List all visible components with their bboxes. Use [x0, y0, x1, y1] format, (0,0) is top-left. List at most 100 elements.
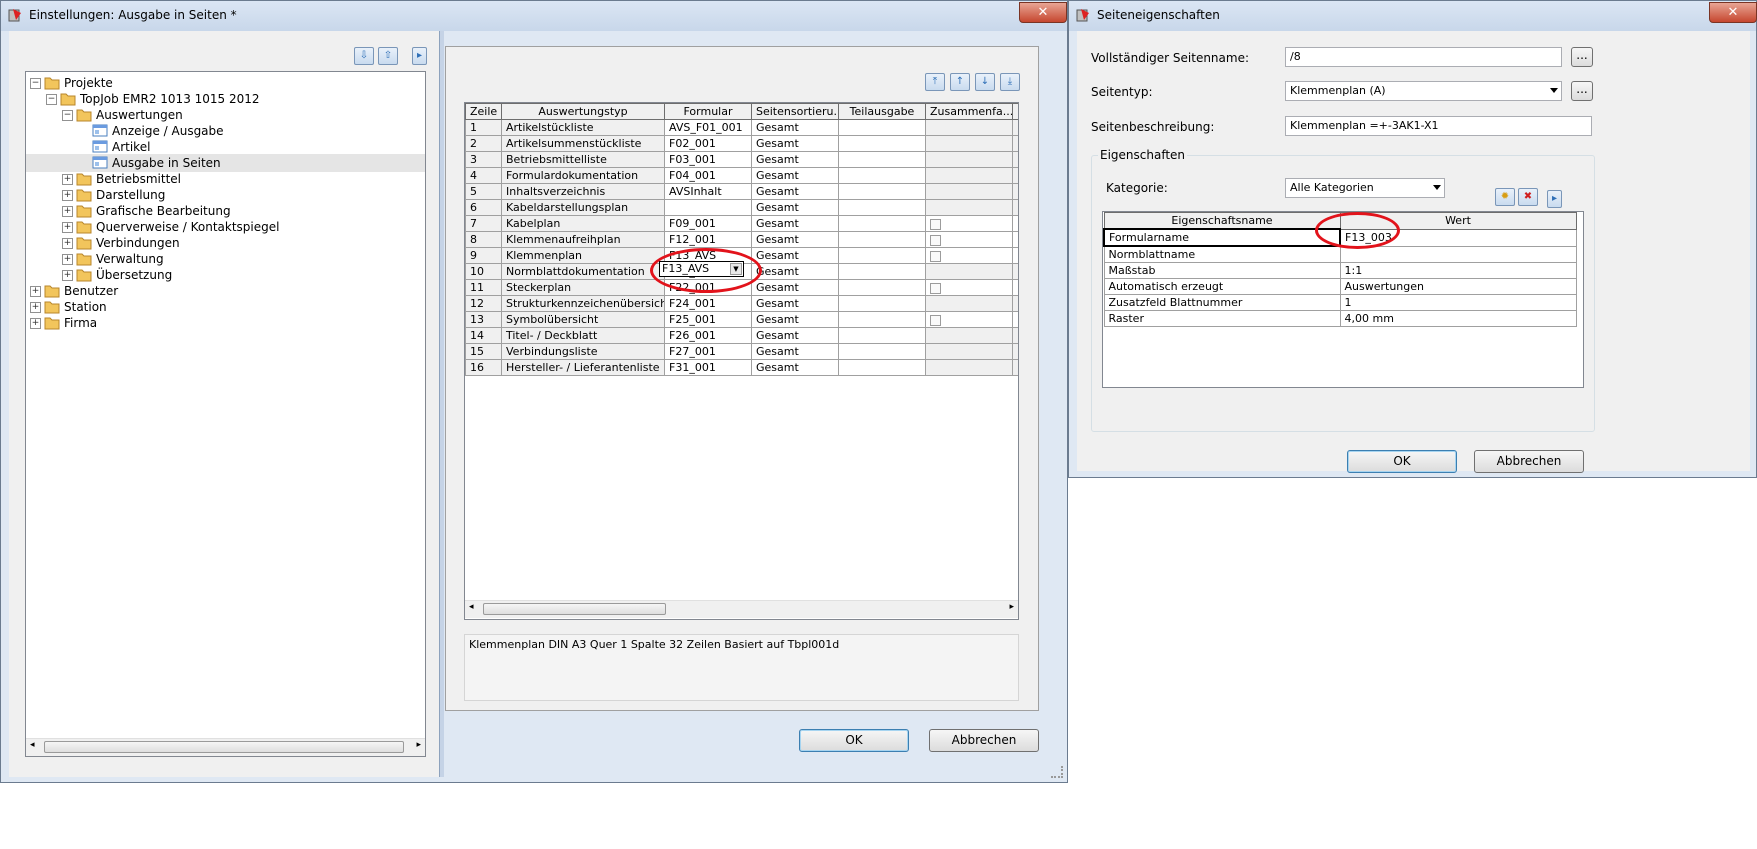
close-button[interactable]: ✕: [1709, 2, 1757, 23]
full-name-input[interactable]: /8: [1285, 47, 1562, 67]
move-down-icon[interactable]: ↓: [975, 73, 995, 91]
table-row[interactable]: 7KabelplanF09_001Gesamt 1: [465, 215, 1018, 232]
table-row[interactable]: 12 Strukturkennzeichenübersicht F24_001 Ges…: [465, 295, 1018, 312]
expand-icon[interactable]: +: [62, 206, 73, 217]
grid-column-header[interactable]: Zeile: [465, 103, 502, 120]
table-row[interactable]: 13SymbolübersichtF25_001Gesamt 1: [465, 311, 1018, 328]
cancel-button[interactable]: Abbrechen: [1474, 450, 1584, 473]
table-row[interactable]: 6 Kabeldarstellungsplan Gesamt: [465, 199, 1018, 216]
expand-icon[interactable]: +: [62, 174, 73, 185]
scroll-right-icon[interactable]: ▸: [416, 740, 421, 750]
menu-arrow-icon[interactable]: ▸: [1547, 190, 1562, 208]
page-description-input[interactable]: Klemmenplan =+-3AK1-X1: [1285, 116, 1592, 136]
table-row[interactable]: Raster 4,00 mm: [1103, 310, 1577, 327]
new-property-icon[interactable]: ✹: [1495, 188, 1515, 206]
prop-name-header[interactable]: Eigenschaftsname: [1103, 212, 1341, 230]
table-cell[interactable]: F24_001: [664, 295, 752, 312]
expand-icon[interactable]: +: [30, 318, 41, 329]
grid-column-header[interactable]: Formular: [664, 103, 752, 120]
property-value[interactable]: 4,00 mm: [1339, 310, 1577, 327]
full-name-browse-button[interactable]: ...: [1571, 47, 1593, 67]
table-row[interactable]: 2 Artikelsummenstückliste F02_001 Gesamt: [465, 135, 1018, 152]
table-cell[interactable]: F27_001: [664, 343, 752, 360]
grid-scroll-thumb[interactable]: [483, 603, 666, 615]
category-select[interactable]: Alle Kategorien: [1285, 178, 1445, 198]
property-value[interactable]: 1: [1339, 294, 1577, 311]
settings-page-icon: [92, 156, 108, 169]
folder-icon: [76, 109, 92, 122]
table-cell[interactable]: F12_001: [664, 231, 752, 248]
table-row[interactable]: 3 Betriebsmittelliste F03_001 Gesamt: [465, 151, 1018, 168]
table-row[interactable]: 14 Titel- / Deckblatt F26_001 Gesamt: [465, 327, 1018, 344]
checkbox[interactable]: [930, 314, 941, 326]
table-cell[interactable]: AVSInhalt: [664, 183, 752, 200]
table-cell[interactable]: F26_001: [664, 327, 752, 344]
table-row[interactable]: Zusatzfeld Blattnummer 1: [1103, 294, 1577, 311]
table-cell[interactable]: F02_001: [664, 135, 752, 152]
table-row[interactable]: 1 Artikelstückliste AVS_F01_001 Gesamt: [465, 119, 1018, 136]
tree-menu-arrow-icon[interactable]: ▸: [412, 47, 427, 65]
collapse-icon[interactable]: −: [46, 94, 57, 105]
tree-import-icon[interactable]: ⇩: [354, 47, 374, 65]
grid-column-header[interactable]: Auswertungstyp: [501, 103, 665, 120]
expand-icon[interactable]: +: [62, 238, 73, 249]
table-cell[interactable]: AVS_F01_001: [664, 119, 752, 136]
table-row[interactable]: 5 Inhaltsverzeichnis AVSInhalt Gesamt: [465, 183, 1018, 200]
tree-item[interactable]: + Firma: [26, 314, 425, 332]
property-value[interactable]: Auswertungen: [1339, 278, 1577, 295]
move-top-icon[interactable]: ⤒: [925, 73, 945, 91]
expand-icon[interactable]: +: [30, 286, 41, 297]
page-type-browse-button[interactable]: ...: [1571, 81, 1593, 101]
property-value[interactable]: 1:1: [1339, 262, 1577, 279]
table-cell[interactable]: F31_001: [664, 359, 752, 376]
table-row[interactable]: 15 Verbindungsliste F27_001 Gesamt: [465, 343, 1018, 360]
table-row[interactable]: Automatisch erzeugt Auswertungen: [1103, 278, 1577, 295]
grid-horizontal-scrollbar[interactable]: ◂ ▸: [465, 600, 1018, 618]
expand-icon[interactable]: +: [62, 254, 73, 265]
property-value[interactable]: [1339, 245, 1577, 263]
grid-column-header[interactable]: Teilausgabe: [838, 103, 926, 120]
expand-icon[interactable]: +: [62, 190, 73, 201]
scroll-left-icon[interactable]: ◂: [469, 602, 474, 612]
table-cell[interactable]: [664, 199, 752, 216]
close-button[interactable]: ✕: [1019, 2, 1067, 23]
tree-horizontal-scrollbar[interactable]: ◂ ▸: [26, 738, 425, 756]
settings-tree: − Projekte − TopJob EMR2 1013 1015 2012− Aus…: [25, 71, 426, 757]
expand-icon[interactable]: +: [30, 302, 41, 313]
pane-splitter[interactable]: [439, 31, 444, 777]
delete-property-icon[interactable]: ✖: [1518, 188, 1538, 206]
table-cell[interactable]: F25_001: [664, 311, 752, 328]
checkbox[interactable]: [930, 218, 941, 230]
table-row[interactable]: 16 Hersteller- / Lieferantenliste F31_001 G…: [465, 359, 1018, 376]
checkbox[interactable]: [930, 250, 941, 262]
collapse-icon[interactable]: −: [62, 110, 73, 121]
checkbox[interactable]: [930, 282, 941, 294]
table-cell[interactable]: F04_001: [664, 167, 752, 184]
page-type-select[interactable]: Klemmenplan (A): [1285, 81, 1562, 101]
grid-column-header[interactable]: Zusammenfa...: [925, 103, 1013, 120]
chevron-down-icon[interactable]: [1433, 185, 1441, 190]
grid-column-header[interactable]: Mind.-A: [1012, 103, 1018, 120]
scroll-left-icon[interactable]: ◂: [30, 740, 35, 750]
table-cell[interactable]: F03_001: [664, 151, 752, 168]
expand-icon[interactable]: +: [62, 270, 73, 281]
table-row[interactable]: 8KlemmenaufreihplanF12_001Gesamt 1: [465, 231, 1018, 248]
cancel-button[interactable]: Abbrechen: [929, 729, 1039, 752]
chevron-down-icon[interactable]: [1550, 88, 1558, 93]
checkbox[interactable]: [930, 234, 941, 246]
table-cell[interactable]: F09_001: [664, 215, 752, 232]
expand-icon[interactable]: +: [62, 222, 73, 233]
ok-button[interactable]: OK: [1347, 450, 1457, 473]
table-row[interactable]: Maßstab 1:1: [1103, 262, 1577, 279]
collapse-icon[interactable]: −: [30, 78, 41, 89]
move-up-icon[interactable]: ↑: [950, 73, 970, 91]
ok-button[interactable]: OK: [799, 729, 909, 752]
table-row[interactable]: 4 Formulardokumentation F04_001 Gesamt: [465, 167, 1018, 184]
table-row[interactable]: Normblattname: [1103, 245, 1577, 263]
resize-grip[interactable]: [1051, 766, 1063, 778]
tree-scroll-thumb[interactable]: [44, 741, 404, 753]
tree-export-icon[interactable]: ⇧: [378, 47, 398, 65]
scroll-right-icon[interactable]: ▸: [1009, 602, 1014, 612]
grid-column-header[interactable]: Seitensortieru...: [751, 103, 839, 120]
move-bottom-icon[interactable]: ⤓: [1000, 73, 1020, 91]
